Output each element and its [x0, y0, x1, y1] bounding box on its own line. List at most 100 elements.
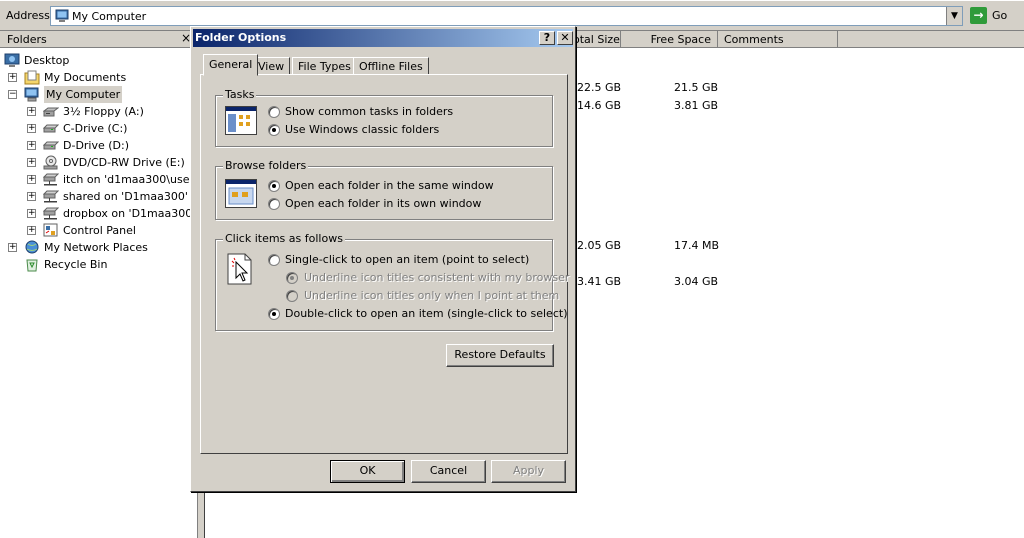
tree-item-label: Desktop	[24, 54, 70, 67]
network-places-icon	[24, 240, 40, 255]
underline-on-point-radio[interactable]	[286, 290, 298, 302]
recycle-bin-icon	[24, 257, 40, 272]
tasks-show-common-label[interactable]: Show common tasks in folders	[285, 105, 453, 118]
tasks-group-title: Tasks	[223, 88, 257, 101]
folder-options-dialog: Folder Options ? ✕ General View File Typ…	[190, 26, 576, 492]
expand-toggle-icon[interactable]: +	[27, 226, 36, 235]
expand-toggle-icon[interactable]: −	[8, 90, 17, 99]
row-total-size: 2.05 GB	[577, 239, 622, 252]
underline-consistent-label[interactable]: Underline icon titles consistent with my…	[304, 271, 569, 284]
expand-toggle-icon[interactable]: +	[27, 107, 36, 116]
cd-drive-icon	[43, 155, 59, 170]
tree-item-label: DVD/CD-RW Drive (E:)	[63, 156, 185, 169]
tree-item[interactable]: Recycle Bin	[8, 256, 203, 273]
tasks-illustration-icon	[225, 106, 257, 136]
address-value: My Computer	[72, 10, 147, 23]
tree-item[interactable]: + My Documents	[8, 69, 203, 86]
tree-item-label: Recycle Bin	[44, 258, 108, 271]
network-drive-icon	[42, 172, 60, 187]
expand-toggle-icon[interactable]: +	[8, 243, 17, 252]
row-free-space: 17.4 MB	[674, 239, 720, 252]
browse-same-window-radio[interactable]	[268, 180, 280, 192]
column-header-total-size[interactable]: otal Size	[573, 31, 621, 48]
browse-illustration-icon	[225, 179, 257, 209]
click-pointer-illustration-icon	[227, 253, 253, 285]
browse-own-window-radio[interactable]	[268, 198, 280, 210]
folders-header: Folders ×	[0, 31, 198, 48]
tree-item-label: dropbox on 'D1maa300' (T	[63, 207, 210, 220]
tasks-group: Tasks Show common tasks in folders Use W…	[215, 88, 553, 147]
drive-icon	[42, 138, 60, 153]
address-label: Address	[6, 9, 50, 22]
expand-toggle-icon[interactable]: +	[27, 192, 36, 201]
help-button[interactable]: ?	[539, 31, 555, 45]
row-free-space: 3.81 GB	[674, 99, 719, 112]
double-click-label[interactable]: Double-click to open an item (single-cli…	[285, 307, 567, 320]
click-group-title: Click items as follows	[223, 232, 345, 245]
general-tab-panel: Tasks Show common tasks in folders Use W…	[200, 74, 569, 454]
single-click-radio[interactable]	[268, 254, 280, 266]
single-click-label[interactable]: Single-click to open an item (point to s…	[285, 253, 529, 266]
click-items-group: Click items as follows Single-click to o…	[215, 232, 569, 331]
tree-item-label: My Network Places	[44, 241, 148, 254]
expand-toggle-icon[interactable]: +	[27, 141, 36, 150]
tab-general[interactable]: General	[203, 54, 259, 76]
expand-toggle-icon[interactable]: +	[27, 158, 36, 167]
go-arrow-icon: →	[970, 7, 987, 24]
tree-item-label: itch on 'd1maa300\users' (	[63, 173, 211, 186]
browse-own-window-label[interactable]: Open each folder in its own window	[285, 197, 481, 210]
desktop-icon	[4, 53, 20, 68]
address-input[interactable]: My Computer ▼	[50, 6, 963, 26]
tree-item-label: Control Panel	[63, 224, 136, 237]
tree-item-label: 3½ Floppy (A:)	[63, 105, 144, 118]
folders-title: Folders	[7, 33, 47, 46]
restore-defaults-button[interactable]: Restore Defaults	[446, 344, 554, 367]
my-computer-icon	[55, 9, 69, 26]
underline-on-point-label[interactable]: Underline icon titles only when I point …	[304, 289, 559, 302]
ok-button[interactable]: OK	[330, 460, 405, 483]
tree-item-label: My Computer	[44, 86, 123, 103]
address-dropdown-button[interactable]: ▼	[946, 7, 962, 25]
column-header-comments[interactable]: Comments	[718, 31, 838, 48]
my-computer-icon	[24, 87, 40, 102]
dialog-title: Folder Options	[195, 31, 287, 44]
browse-group-title: Browse folders	[223, 159, 309, 172]
network-drive-icon	[42, 189, 60, 204]
expand-toggle-icon[interactable]: +	[27, 124, 36, 133]
go-button[interactable]: → Go	[968, 6, 1018, 26]
drive-icon	[42, 121, 60, 136]
row-free-space: 3.04 GB	[674, 275, 719, 288]
floppy-icon	[42, 104, 60, 119]
tab-file-types[interactable]: File Types	[292, 57, 357, 75]
row-free-space: 21.5 GB	[674, 81, 719, 94]
folders-pane: Folders × Desktop + My Documents − My Comput…	[0, 31, 211, 538]
my-documents-icon	[24, 70, 40, 85]
expand-toggle-icon[interactable]: +	[27, 175, 36, 184]
tasks-classic-radio[interactable]	[268, 124, 280, 136]
expand-toggle-icon[interactable]: +	[8, 73, 17, 82]
tab-offline-files[interactable]: Offline Files	[353, 57, 429, 75]
underline-consistent-radio[interactable]	[286, 272, 298, 284]
apply-button[interactable]: Apply	[491, 460, 566, 483]
column-header-free-space[interactable]: Free Space	[621, 31, 718, 48]
tree-item[interactable]: Desktop	[4, 52, 199, 69]
tree-item-label: shared on 'D1maa300' (S:)	[63, 190, 211, 203]
tasks-show-common-radio[interactable]	[268, 106, 280, 118]
go-label: Go	[992, 9, 1008, 22]
dialog-titlebar[interactable]: Folder Options ? ✕	[193, 29, 573, 47]
tree-item[interactable]: + My Network Places	[8, 239, 203, 256]
tree-item[interactable]: − My Computer	[8, 86, 203, 103]
cancel-button[interactable]: Cancel	[411, 460, 486, 483]
tree-item-label: C-Drive (C:)	[63, 122, 128, 135]
row-total-size: 14.6 GB	[577, 99, 622, 112]
tasks-classic-label[interactable]: Use Windows classic folders	[285, 123, 439, 136]
row-total-size: 22.5 GB	[577, 81, 622, 94]
browse-folders-group: Browse folders Open each folder in the s…	[215, 159, 553, 220]
double-click-radio[interactable]	[268, 308, 280, 320]
control-panel-icon	[43, 223, 59, 238]
expand-toggle-icon[interactable]: +	[27, 209, 36, 218]
close-button[interactable]: ✕	[557, 31, 573, 45]
network-drive-icon	[42, 206, 60, 221]
browse-same-window-label[interactable]: Open each folder in the same window	[285, 179, 494, 192]
tree-item-label: D-Drive (D:)	[63, 139, 130, 152]
